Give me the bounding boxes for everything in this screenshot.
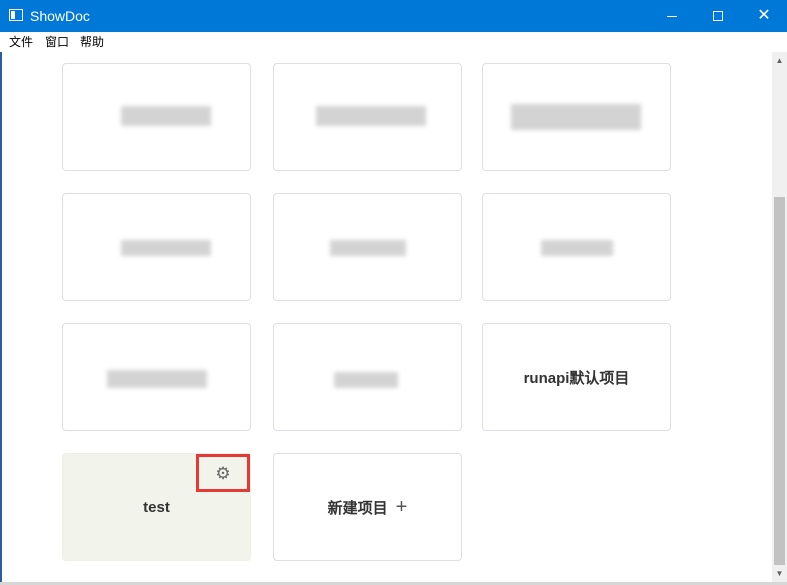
window-title: ShowDoc [30, 8, 90, 24]
menu-bar: 文件 窗口 帮助 [0, 32, 787, 52]
project-card-test[interactable]: test ⚙ [62, 453, 251, 561]
new-project-label: 新建项目 [327, 499, 388, 517]
redacted-name [121, 240, 211, 256]
maximize-button[interactable] [695, 0, 741, 32]
new-project-card[interactable]: 新建项目 + [273, 453, 462, 561]
project-settings-button[interactable]: ⚙ [196, 454, 250, 492]
menu-help[interactable]: 帮助 [80, 35, 104, 49]
menu-file[interactable]: 文件 [9, 35, 33, 49]
showdoc-window: ShowDoc ✕ 文件 窗口 帮助 runapi默认项目 test ⚙ 新建项… [0, 0, 787, 585]
project-card[interactable] [273, 63, 462, 171]
redacted-name [121, 106, 211, 126]
project-name: test [143, 498, 170, 516]
minimize-button[interactable] [649, 0, 695, 32]
gear-icon: ⚙ [215, 463, 231, 483]
app-icon [9, 9, 23, 21]
plus-icon: + [395, 495, 408, 518]
project-name: runapi默认项目 [523, 369, 630, 387]
project-card[interactable] [62, 63, 251, 171]
redacted-name [334, 372, 398, 388]
scroll-down-arrow-icon[interactable]: ▼ [772, 565, 787, 582]
maximize-icon [713, 11, 723, 21]
vertical-scrollbar[interactable]: ▲ ▼ [772, 52, 787, 582]
project-card[interactable] [482, 63, 671, 171]
redacted-name [541, 240, 613, 256]
redacted-name [107, 370, 207, 388]
project-list: runapi默认项目 test ⚙ 新建项目 + [2, 52, 772, 582]
minimize-icon [667, 15, 677, 17]
redacted-name [330, 240, 406, 256]
project-card[interactable] [62, 323, 251, 431]
project-card[interactable] [273, 323, 462, 431]
project-card[interactable] [273, 193, 462, 301]
close-icon: ✕ [757, 7, 771, 24]
scroll-up-arrow-icon[interactable]: ▲ [772, 52, 787, 69]
window-frame-left [0, 52, 2, 585]
title-bar: ShowDoc ✕ [0, 0, 787, 32]
redacted-name [511, 104, 641, 130]
close-button[interactable]: ✕ [741, 0, 787, 32]
scroll-thumb[interactable] [774, 197, 785, 565]
menu-window[interactable]: 窗口 [45, 35, 69, 49]
project-card[interactable]: runapi默认项目 [482, 323, 671, 431]
project-card[interactable] [482, 193, 671, 301]
redacted-name [316, 106, 426, 126]
project-card[interactable] [62, 193, 251, 301]
